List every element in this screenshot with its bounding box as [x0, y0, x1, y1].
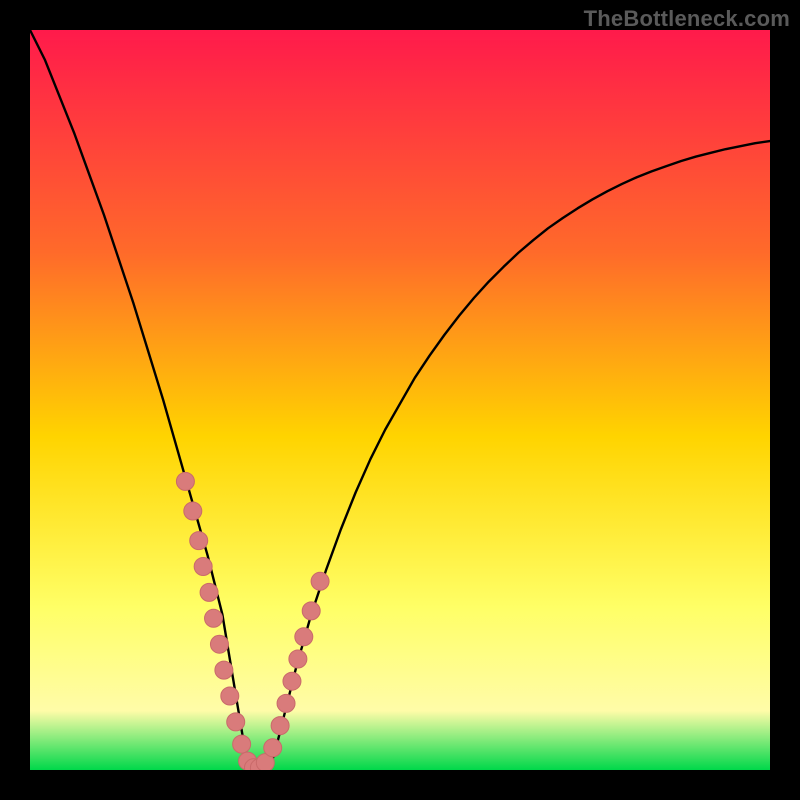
- watermark-text: TheBottleneck.com: [584, 6, 790, 32]
- data-marker: [311, 572, 329, 590]
- data-marker: [200, 583, 218, 601]
- data-marker: [295, 628, 313, 646]
- data-marker: [176, 472, 194, 490]
- data-marker: [289, 650, 307, 668]
- data-marker: [264, 739, 282, 757]
- data-marker: [233, 735, 251, 753]
- plot-area: [30, 30, 770, 770]
- data-marker: [184, 502, 202, 520]
- data-marker: [205, 609, 223, 627]
- data-marker: [271, 717, 289, 735]
- data-marker: [227, 713, 245, 731]
- data-marker: [190, 532, 208, 550]
- data-marker: [215, 661, 233, 679]
- data-marker: [277, 694, 295, 712]
- gradient-background: [30, 30, 770, 770]
- data-marker: [221, 687, 239, 705]
- data-marker: [194, 558, 212, 576]
- data-marker: [283, 672, 301, 690]
- data-marker: [302, 602, 320, 620]
- chart-svg: [30, 30, 770, 770]
- chart-frame: TheBottleneck.com: [0, 0, 800, 800]
- data-marker: [210, 635, 228, 653]
